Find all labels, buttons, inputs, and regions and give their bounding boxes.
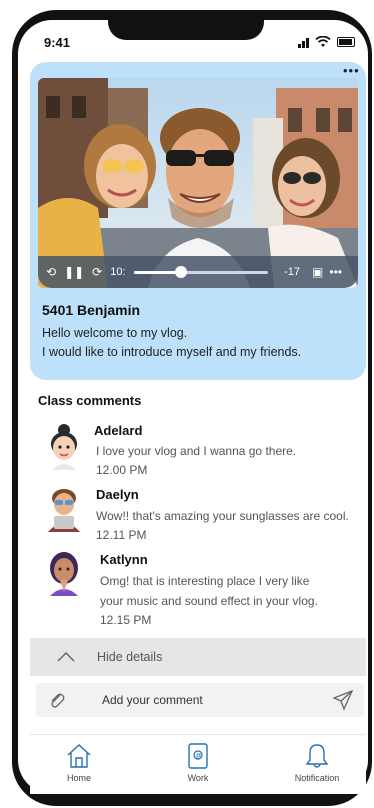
status-icons [298,35,360,49]
vlog-description-line: Hello welcome to my vlog. [42,326,188,340]
avatar [48,489,80,532]
comment-text: your music and sound effect in your vlog… [100,594,318,608]
home-icon [67,744,91,768]
progress-thumb[interactable] [174,265,187,278]
forward-icon[interactable]: ⟳ [92,265,102,279]
signal-icon [298,37,309,48]
paperclip-icon[interactable] [48,691,66,709]
comment-text: Wow!! that's amazing your sunglasses are… [96,509,349,523]
battery-icon [337,37,355,47]
send-icon[interactable] [332,689,354,711]
comment-input[interactable] [102,693,312,707]
comment-text: I love your vlog and I wanna go there. [96,444,297,458]
svg-text:@: @ [195,753,201,759]
pause-icon[interactable]: ❚❚ [64,265,84,279]
avatar [51,424,77,470]
vlog-description: Hello welcome to my vlog. I would like t… [42,324,362,362]
comment-input-bar [36,683,364,717]
avatar [50,552,78,596]
more-options-icon[interactable]: ••• [343,63,360,78]
video-controls: ⟲ ❚❚ ⟳ 10: -17 ▣ ••• [38,256,358,288]
player-more-icon[interactable]: ••• [329,265,342,279]
work-icon: @ [188,743,208,769]
tab-label: Notification [294,773,340,783]
hide-details-label: Hide details [97,650,163,664]
comment-author: Daelyn [96,487,139,502]
tab-notification[interactable]: Notification [282,735,352,794]
airplay-icon[interactable]: ▣ [312,265,323,279]
wifi-icon [315,36,331,47]
comment-author: Katlynn [100,552,148,567]
comment-time: 12.00 PM [96,463,148,477]
current-time: 10: [110,266,126,278]
comment-time: 12.15 PM [100,613,152,627]
notch [108,14,264,40]
tab-work[interactable]: @ Work [163,735,233,794]
tab-home[interactable]: Home [44,735,114,794]
tab-label: Work [187,773,209,783]
comment-time: 12.11 PM [96,528,147,542]
rewind-icon[interactable]: ⟲ [46,265,56,279]
hide-details-button[interactable]: Hide details [30,638,366,676]
comments-title: Class comments [38,393,142,408]
remaining-time: -17 [284,266,301,278]
comment-author: Adelard [94,423,143,438]
comment-text: Omg! that is interesting place I very li… [100,574,310,588]
vlog-description-line: I would like to introduce myself and my … [42,345,302,359]
progress-track[interactable] [133,265,269,278]
bell-icon [305,744,329,768]
status-time: 9:41 [44,35,71,50]
chevron-up-icon [57,651,75,662]
progress-fill [133,270,181,274]
tab-label: Home [66,773,91,783]
tab-bar: Home @ Work Notification [30,734,366,794]
vlog-author: 5401 Benjamin [42,302,141,318]
